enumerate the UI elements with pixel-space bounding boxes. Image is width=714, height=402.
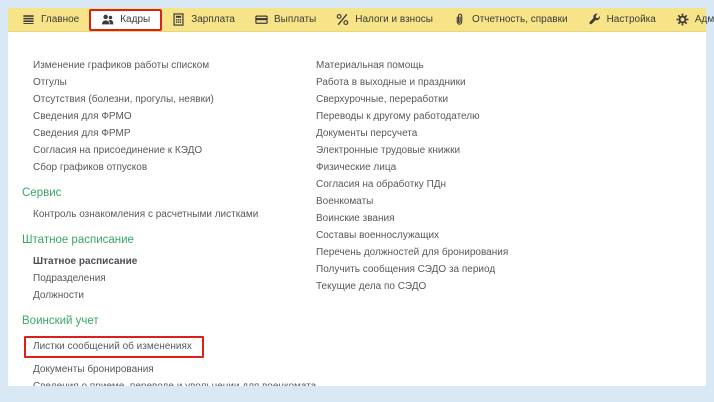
menu-item[interactable]: Сведения для ФРМР [22,125,316,142]
wallet-icon [255,13,268,26]
menu-item[interactable]: Физические лица [316,159,706,176]
menu-item[interactable]: Материальная помощь [316,57,706,74]
tab-otchetnost-spravki[interactable]: Отчетность, справки [443,10,578,30]
menu-item[interactable]: Изменение графиков работы списком [22,57,316,74]
menu-icon [22,13,35,26]
menu-item[interactable]: Воинские звания [316,210,706,227]
menu-item[interactable]: Текущие дела по СЭДО [316,278,706,295]
menu-item[interactable]: Переводы к другому работодателю [316,108,706,125]
tab-label: Зарплата [191,14,235,25]
menu-column-left: Изменение графиков работы списком Отгулы О… [22,57,316,386]
menu-group: Изменение графиков работы списком Отгулы О… [22,57,316,176]
kadry-section-menu: Изменение графиков работы списком Отгулы О… [8,32,706,386]
menu-item[interactable]: Отсутствия (болезни, прогулы, неявки) [22,91,316,108]
menu-group-header: Сервис [22,187,62,199]
menu-group: Материальная помощь Работа в выходные и п… [316,57,706,295]
tab-nalogi-i-vznosy[interactable]: Налоги и взносы [326,10,443,30]
menu-item[interactable]: Военкоматы [316,193,706,210]
tab-label: Главное [41,14,80,25]
people-icon [101,13,114,26]
menu-item[interactable]: Перечень должностей для бронирования [316,244,706,261]
tab-label: Настройка [606,14,656,25]
tab-label: Выплаты [274,14,317,25]
calculator-icon [172,13,185,26]
menu-item[interactable]: Сбор графиков отпусков [22,159,316,176]
tab-label: Кадры [120,14,151,25]
tab-kadry[interactable]: Кадры [89,8,163,31]
menu-item[interactable]: Согласия на обработку ПДн [316,176,706,193]
app-window: Главное Кадры Зарплата Выплаты Налоги и взно… [8,8,714,386]
tab-label: Отчетность, справки [471,14,568,25]
gear-icon [676,13,689,26]
tab-vyplaty[interactable]: Выплаты [245,10,326,30]
menu-item[interactable]: Составы военнослужащих [316,227,706,244]
menu-item[interactable]: Электронные трудовые книжки [316,142,706,159]
menu-group: Сервис Контроль ознакомления с расчетными… [22,185,316,223]
tab-nastroyka[interactable]: Настройка [578,10,666,30]
menu-item[interactable]: Штатное расписание [22,253,316,270]
menu-item[interactable]: Получить сообщения СЭДО за период [316,261,706,278]
percent-icon [336,13,349,26]
tab-label: Налоги и взносы [355,14,433,25]
menu-column-right: Материальная помощь Работа в выходные и п… [316,57,706,386]
menu-item[interactable]: Сведения о приеме, переводе и увольнении… [22,378,316,386]
menu-group: Штатное расписание Штатное расписание Подр… [22,232,316,304]
menu-item[interactable]: Документы бронирования [22,361,316,378]
section-tabs-bar: Главное Кадры Зарплата Выплаты Налоги и взно… [8,8,714,32]
menu-item[interactable]: Контроль ознакомления с расчетными листк… [22,206,316,223]
menu-item[interactable]: Документы персучета [316,125,706,142]
tab-zarplata[interactable]: Зарплата [162,10,245,30]
tab-administrirovanie[interactable]: Администрирование [666,10,714,30]
tab-label: Администрирование [694,14,714,25]
menu-item[interactable]: Согласия на присоединение к КЭДО [22,142,316,159]
menu-item[interactable]: Отгулы [22,74,316,91]
wrench-icon [588,13,601,26]
menu-item[interactable]: Сведения для ФРМО [22,108,316,125]
menu-item[interactable]: Работа в выходные и праздники [316,74,706,91]
menu-item[interactable]: Сверхурочные, переработки [316,91,706,108]
menu-group: Воинский учет Листки сообщений об изменен… [22,313,316,386]
menu-group-header: Воинский учет [22,315,99,327]
menu-item[interactable]: Должности [22,287,316,304]
menu-item[interactable]: Подразделения [22,270,316,287]
menu-group-header: Штатное расписание [22,234,134,246]
menu-item[interactable]: Листки сообщений об изменениях [24,336,204,358]
report-icon [453,13,466,26]
tab-glavnoe[interactable]: Главное [12,10,89,30]
